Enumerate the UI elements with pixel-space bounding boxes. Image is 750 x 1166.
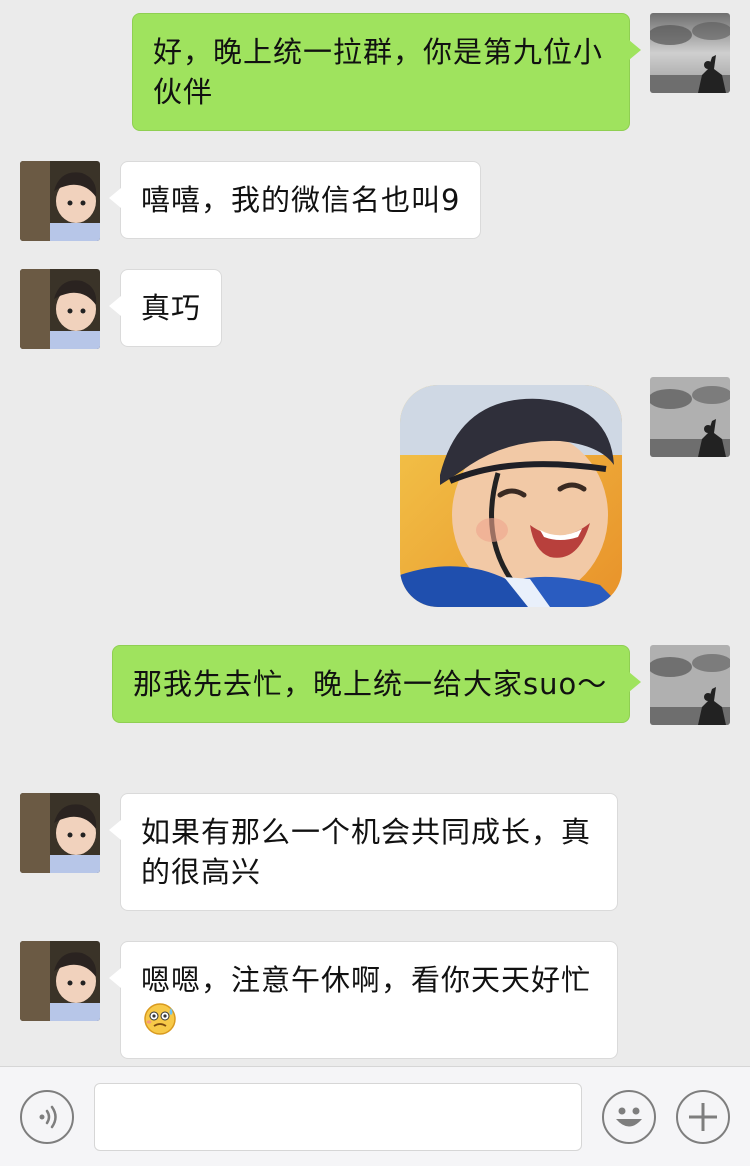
plus-icon[interactable] bbox=[676, 1090, 730, 1144]
message-bubble-outgoing[interactable]: 好，晚上统一拉群，你是第九位小伙伴 bbox=[132, 13, 641, 131]
message-text: 那我先去忙，晚上统一给大家suo～ bbox=[133, 667, 608, 701]
chat-input-toolbar bbox=[0, 1066, 750, 1166]
sweating-smile-emoji bbox=[143, 1002, 177, 1036]
message-text: 如果有那么一个机会共同成长，真的很高兴 bbox=[141, 815, 592, 889]
message-text: 好，晚上统一拉群，你是第九位小伙伴 bbox=[153, 35, 604, 109]
message-text: 嘻嘻，我的微信名也叫9 bbox=[141, 183, 461, 217]
message-bubble-incoming[interactable]: 嗯嗯，注意午休啊，看你天天好忙 bbox=[109, 941, 618, 1059]
chat-area[interactable]: 好，晚上统一拉群，你是第九位小伙伴 嘻嘻，我的微信名也叫9 真巧 那我先去忙，晚… bbox=[0, 0, 750, 1066]
message-bubble-incoming[interactable]: 如果有那么一个机会共同成长，真的很高兴 bbox=[109, 793, 618, 911]
contact-avatar[interactable] bbox=[20, 941, 100, 1021]
message-bubble-incoming[interactable]: 嘻嘻，我的微信名也叫9 bbox=[108, 161, 482, 239]
my-avatar[interactable] bbox=[650, 13, 730, 93]
message-bubble-outgoing[interactable]: 那我先去忙，晚上统一给大家suo～ bbox=[112, 645, 641, 723]
my-avatar[interactable] bbox=[650, 645, 730, 725]
baby-laughing-sticker[interactable] bbox=[400, 385, 622, 607]
emoji-icon[interactable] bbox=[602, 1090, 656, 1144]
message-input[interactable] bbox=[94, 1083, 582, 1151]
contact-avatar[interactable] bbox=[20, 793, 100, 873]
contact-avatar[interactable] bbox=[20, 269, 100, 349]
message-text: 嗯嗯，注意午休啊，看你天天好忙 bbox=[141, 963, 592, 997]
message-text: 真巧 bbox=[141, 291, 202, 325]
message-bubble-incoming[interactable]: 真巧 bbox=[108, 269, 223, 347]
my-avatar[interactable] bbox=[650, 377, 730, 457]
voice-icon[interactable] bbox=[20, 1090, 74, 1144]
contact-avatar[interactable] bbox=[20, 161, 100, 241]
